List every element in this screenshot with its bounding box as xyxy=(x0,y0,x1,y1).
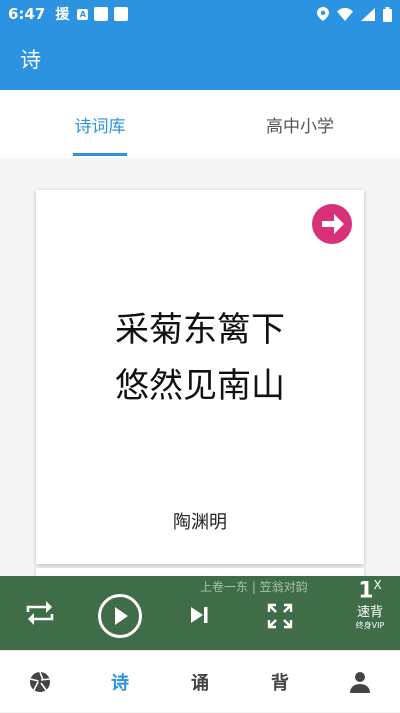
wifi-icon xyxy=(337,7,353,21)
arrow-right-circle-icon xyxy=(322,214,344,234)
next-poem-button[interactable] xyxy=(312,204,352,244)
poem-card[interactable]: 采菊东篱下 悠然见南山 陶渊明 xyxy=(36,190,364,564)
nav-memorize[interactable]: 背 xyxy=(240,651,320,713)
bottom-nav: 诗 诵 背 xyxy=(0,650,400,712)
poem-author: 陶渊明 xyxy=(173,512,227,533)
speed-toggle[interactable]: 1X 速背 终身VIP xyxy=(340,578,400,631)
poem-line: 采菊东篱下 xyxy=(115,310,285,350)
nav-recite[interactable]: 诵 xyxy=(160,651,240,713)
status-square-icon xyxy=(94,7,109,21)
nav-poem[interactable]: 诗 xyxy=(80,651,160,713)
status-time: 6:47 xyxy=(8,5,46,23)
fullscreen-button[interactable] xyxy=(266,602,294,634)
aperture-icon xyxy=(30,671,50,692)
page-title: 诗 xyxy=(20,48,41,72)
audio-player: 上卷一东 | 笠翁对韵 1X 速背 终身VIP xyxy=(0,576,400,650)
signal-icon xyxy=(361,7,375,21)
nav-profile[interactable] xyxy=(320,651,400,713)
person-icon xyxy=(350,672,370,693)
player-subtitle: 上卷一东 | 笠翁对韵 xyxy=(200,580,308,594)
play-button[interactable] xyxy=(97,593,143,643)
tab-indicator xyxy=(73,153,127,156)
vip-label: 终身VIP xyxy=(355,621,385,631)
status-square-icon xyxy=(114,7,129,21)
skip-next-button[interactable] xyxy=(188,604,212,630)
skip-next-icon xyxy=(191,607,208,623)
speed-value: 1X xyxy=(358,578,382,604)
location-icon xyxy=(317,7,329,21)
repeat-button[interactable] xyxy=(22,598,58,632)
poem-line: 悠然见南山 xyxy=(115,366,285,406)
play-icon xyxy=(98,594,142,638)
status-app-icon: 援 xyxy=(55,7,70,23)
status-bar: 6:47 援 A xyxy=(0,0,400,28)
status-notif-icon: A xyxy=(77,8,89,20)
fullscreen-icon xyxy=(267,603,293,629)
repeat-icon xyxy=(26,601,54,625)
nav-discover[interactable] xyxy=(0,651,80,713)
tab-bar: 诗词库 高中小学 xyxy=(0,90,400,158)
battery-icon xyxy=(383,6,392,22)
speed-label: 速背 xyxy=(356,605,383,621)
tab-poem-library[interactable]: 诗词库 xyxy=(73,112,127,137)
tab-school[interactable]: 高中小学 xyxy=(255,112,345,137)
app-bar: 诗 xyxy=(0,28,400,90)
